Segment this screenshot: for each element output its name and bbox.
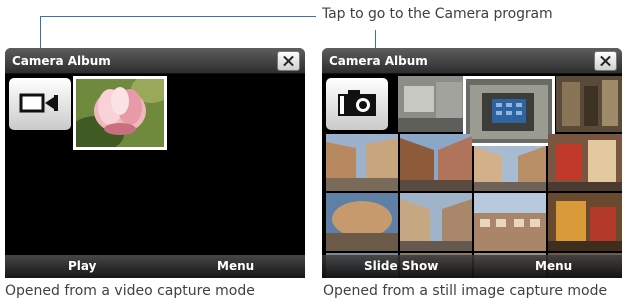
title-bar: Camera Album — [5, 48, 305, 74]
still-camera-icon — [326, 90, 388, 134]
photo-thumbnail[interactable] — [556, 76, 622, 132]
slide-show-softkey[interactable]: Slide Show — [364, 259, 438, 273]
photo-thumbnail[interactable] — [463, 76, 555, 146]
still-mode-caption: Opened from a still image capture mode — [323, 283, 608, 299]
video-thumbnail[interactable] — [73, 76, 167, 150]
video-camera-icon — [9, 93, 71, 134]
callout-line — [40, 16, 316, 17]
photo-thumbnail[interactable] — [326, 134, 398, 191]
camera-program-button[interactable] — [9, 78, 71, 130]
soft-key-bar: Slide Show Menu — [322, 255, 622, 278]
photo-thumbnail[interactable] — [326, 193, 398, 251]
menu-softkey[interactable]: Menu — [217, 259, 254, 273]
menu-softkey[interactable]: Menu — [535, 259, 572, 273]
photo-thumbnail[interactable] — [400, 134, 472, 191]
video-album-screen: Camera Album Play Menu — [5, 48, 305, 278]
photo-thumbnail[interactable] — [400, 193, 472, 251]
photo-thumbnail[interactable] — [398, 76, 466, 132]
callout-label: Tap to go to the Camera program — [322, 6, 553, 22]
window-title: Camera Album — [329, 54, 428, 68]
window-title: Camera Album — [12, 54, 111, 68]
close-button[interactable] — [277, 51, 300, 71]
soft-key-bar: Play Menu — [5, 255, 305, 278]
photo-thumbnail[interactable] — [474, 146, 546, 191]
camera-program-button[interactable] — [326, 78, 388, 130]
video-mode-caption: Opened from a video capture mode — [5, 283, 255, 299]
photo-thumbnail[interactable] — [548, 134, 622, 191]
still-album-screen: Camera Album Slide Show Menu — [322, 48, 622, 278]
photo-thumbnail[interactable] — [548, 193, 622, 251]
play-softkey[interactable]: Play — [68, 259, 96, 273]
close-button[interactable] — [594, 51, 617, 71]
photo-thumbnail[interactable] — [474, 193, 546, 251]
title-bar: Camera Album — [322, 48, 622, 74]
